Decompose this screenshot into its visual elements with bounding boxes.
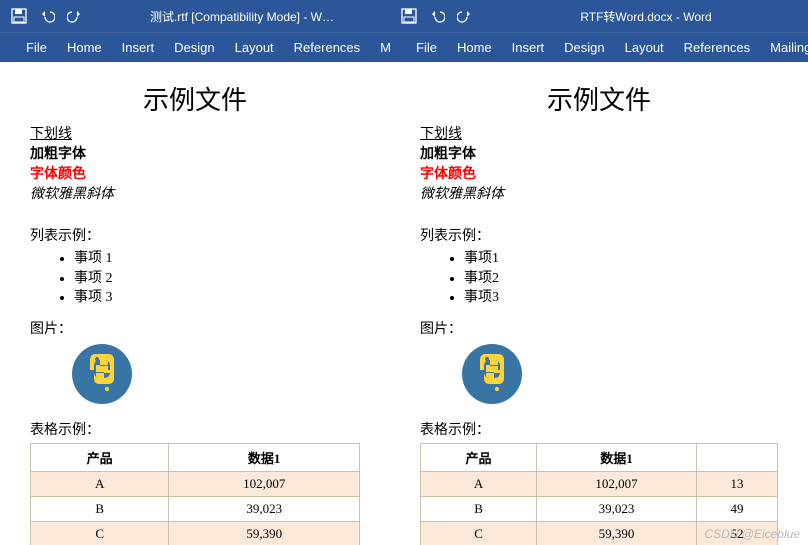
text-underline: 下划线 [30, 123, 360, 143]
tab-design[interactable]: Design [554, 33, 614, 62]
ribbon-tabs-right: File Home Insert Design Layout Reference… [390, 32, 808, 62]
th-data1: 数据1 [169, 443, 360, 471]
tab-file[interactable]: File [16, 33, 57, 62]
table-row: A102,007 [31, 471, 360, 496]
undo-icon[interactable] [38, 7, 56, 25]
text-bold: 加粗字体 [420, 143, 778, 163]
th-data2 [697, 443, 778, 471]
redo-icon[interactable] [456, 7, 474, 25]
list-item: 事项1 [464, 249, 778, 269]
list-header: 列表示例： [30, 225, 360, 245]
titlebar-left: 测试.rtf [Compatibility Mode] - W… [0, 0, 390, 32]
tab-layout[interactable]: Layout [225, 33, 284, 62]
tab-references[interactable]: References [674, 33, 760, 62]
image-label: 图片： [420, 318, 778, 338]
tab-references[interactable]: References [284, 33, 370, 62]
list: 事项 1 事项 2 事项 3 [74, 249, 360, 308]
table-label: 表格示例： [420, 419, 778, 439]
document-page-left: 示例文件 下划线 加粗字体 字体颜色 微软雅黑斜体 列表示例： 事项 1 事项 … [0, 62, 390, 545]
text-colored: 字体颜色 [420, 163, 778, 183]
word-window-left: 测试.rtf [Compatibility Mode] - W… File Ho… [0, 0, 390, 545]
list-item: 事项2 [464, 269, 778, 289]
th-data1: 数据1 [537, 443, 697, 471]
ribbon-tabs-left: File Home Insert Design Layout Reference… [0, 32, 390, 62]
tab-insert[interactable]: Insert [502, 33, 555, 62]
python-logo-icon [70, 342, 360, 409]
tab-layout[interactable]: Layout [615, 33, 674, 62]
doc-title: 示例文件 [30, 80, 360, 117]
redo-icon[interactable] [66, 7, 84, 25]
tab-insert[interactable]: Insert [112, 33, 165, 62]
quick-access-toolbar [0, 7, 94, 25]
quick-access-toolbar [390, 7, 484, 25]
th-product: 产品 [31, 443, 169, 471]
word-window-right: RTF转Word.docx - Word File Home Insert De… [390, 0, 808, 545]
list-header: 列表示例： [420, 225, 778, 245]
tab-file[interactable]: File [406, 33, 447, 62]
table-label: 表格示例： [30, 419, 360, 439]
list: 事项1 事项2 事项3 [464, 249, 778, 308]
tab-mailings-cut[interactable]: M [370, 33, 390, 62]
window-title: 测试.rtf [Compatibility Mode] - W… [94, 8, 390, 25]
list-item: 事项 1 [74, 249, 360, 269]
table-row: C59,390 [31, 521, 360, 545]
list-item: 事项 2 [74, 269, 360, 289]
text-underline: 下划线 [420, 123, 778, 143]
table-row: A102,00713 [421, 471, 778, 496]
table-row: B39,023 [31, 496, 360, 521]
save-icon[interactable] [10, 7, 28, 25]
list-item: 事项 3 [74, 288, 360, 308]
python-logo-icon [460, 342, 778, 409]
doc-title: 示例文件 [420, 80, 778, 117]
text-colored: 字体颜色 [30, 163, 360, 183]
save-icon[interactable] [400, 7, 418, 25]
tab-design[interactable]: Design [164, 33, 224, 62]
watermark: CSDN @Eiceblue [704, 527, 800, 541]
undo-icon[interactable] [428, 7, 446, 25]
tab-home[interactable]: Home [447, 33, 502, 62]
document-page-right: 示例文件 下划线 加粗字体 字体颜色 微软雅黑斜体 列表示例： 事项1 事项2 … [390, 62, 808, 545]
list-item: 事项3 [464, 288, 778, 308]
text-bold: 加粗字体 [30, 143, 360, 163]
tab-home[interactable]: Home [57, 33, 112, 62]
titlebar-right: RTF转Word.docx - Word [390, 0, 808, 32]
text-italic: 微软雅黑斜体 [420, 183, 778, 203]
window-title: RTF转Word.docx - Word [484, 8, 808, 25]
table-row: B39,02349 [421, 496, 778, 521]
text-italic: 微软雅黑斜体 [30, 183, 360, 203]
table-header-row: 产品 数据1 [421, 443, 778, 471]
table-header-row: 产品 数据1 [31, 443, 360, 471]
image-label: 图片： [30, 318, 360, 338]
data-table-left: 产品 数据1 A102,007 B39,023 C59,390 D1,120 [30, 443, 360, 545]
th-product: 产品 [421, 443, 537, 471]
tab-mailings[interactable]: Mailings [760, 33, 808, 62]
